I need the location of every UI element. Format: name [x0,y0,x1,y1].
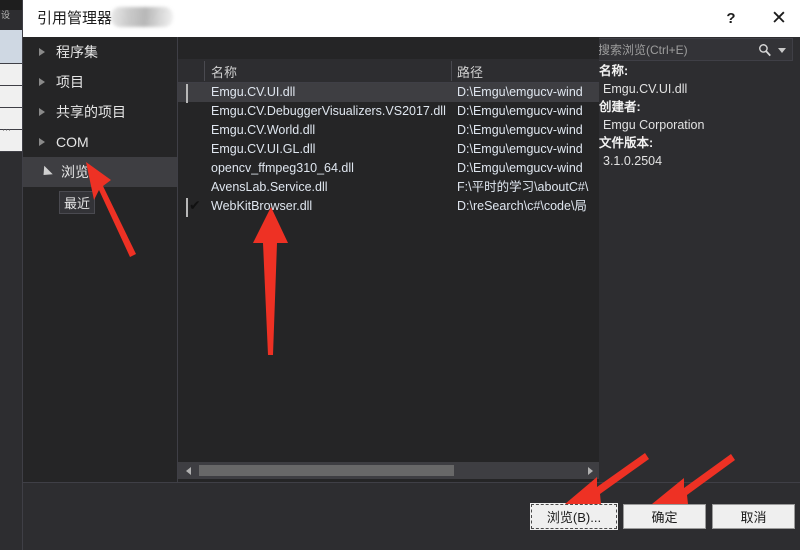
sidebar-item-projects[interactable]: 项目 [23,67,177,97]
ide-top-bar [0,0,22,10]
screenshot-root: 设 ⋯ 引用管理器 ? ✕ 搜索浏览(Ctrl+E) 程序集 项目 共享的项目 … [0,0,800,550]
reference-manager-dialog: 引用管理器 ? ✕ 搜索浏览(Ctrl+E) 程序集 项目 共享的项目 COM … [22,0,800,550]
row-checkbox[interactable] [186,84,200,103]
table-row[interactable]: Emgu.CV.UI.GL.dll D:\Emgu\emgucv-wind [178,140,599,159]
row-name: Emgu.CV.UI.GL.dll [211,142,316,156]
sidebar-item-label: COM [56,134,89,150]
sidebar: 程序集 项目 共享的项目 COM 浏览 最近 [23,37,178,482]
sidebar-item-browse[interactable]: 浏览 [23,157,177,187]
search-icon [759,44,771,57]
row-checkbox[interactable]: ✔ [186,197,201,217]
sidebar-subitem-label: 最近 [59,190,96,214]
chevron-down-icon [39,165,53,179]
detail-creator-label: 创建者: [599,100,641,114]
list-header: 名称 路径 [178,59,599,83]
ide-dots: ⋯ [2,125,12,135]
detail-name-value: Emgu.CV.UI.dll [603,82,688,96]
scrollbar-thumb[interactable] [199,465,454,476]
scroll-right-icon[interactable] [582,462,599,479]
details-panel: 名称: Emgu.CV.UI.dll 创建者: Emgu Corporation… [599,62,800,482]
row-path: F:\平时的学习\aboutC#\ [457,180,589,194]
page-title: 引用管理器 [37,10,113,27]
sidebar-item-assemblies[interactable]: 程序集 [23,37,177,67]
sidebar-item-label: 程序集 [56,44,98,60]
redacted-title-suffix [111,7,173,27]
table-row[interactable]: Emgu.CV.UI.dll D:\Emgu\emgucv-wind [178,83,599,103]
horizontal-scrollbar[interactable] [178,462,599,479]
table-row[interactable]: Emgu.CV.DebuggerVisualizers.VS2017.dll D… [178,102,599,121]
column-header-path[interactable]: 路径 [457,59,483,83]
chevron-down-icon[interactable] [778,48,786,53]
close-icon[interactable]: ✕ [757,0,800,37]
table-row[interactable]: opencv_ffmpeg310_64.dll D:\Emgu\emgucv-w… [178,159,599,178]
table-row[interactable]: AvensLab.Service.dll F:\平时的学习\aboutC#\ [178,178,599,197]
row-name: AvensLab.Service.dll [211,180,328,194]
ide-tiny-label: 设 [1,10,10,20]
chevron-right-icon [39,78,45,86]
column-header-name[interactable]: 名称 [211,59,237,83]
header-divider [204,61,205,81]
row-name: Emgu.CV.DebuggerVisualizers.VS2017.dll [211,104,446,118]
row-path: D:\Emgu\emgucv-wind [457,161,583,175]
ide-band [0,30,22,64]
row-path: D:\Emgu\emgucv-wind [457,85,583,99]
row-name: WebKitBrowser.dll [211,199,313,213]
row-name: opencv_ffmpeg310_64.dll [211,161,354,175]
row-path: D:\reSearch\c#\code\局 [457,199,587,213]
browse-button[interactable]: 浏览(B)... [530,503,618,530]
ok-button[interactable]: 确定 [623,504,706,529]
sidebar-item-label: 浏览 [61,164,89,180]
chevron-right-icon [39,108,45,116]
detail-name-label: 名称: [599,64,629,78]
list-body: Emgu.CV.UI.dll D:\Emgu\emgucv-wind Emgu.… [178,83,599,458]
row-name: Emgu.CV.World.dll [211,123,316,137]
background-ide-strip: 设 ⋯ [0,0,22,550]
sidebar-item-recent[interactable]: 最近 [23,187,177,217]
chevron-right-icon [39,138,45,146]
row-path: D:\Emgu\emgucv-wind [457,123,583,137]
sidebar-item-com[interactable]: COM [23,127,177,157]
row-name: Emgu.CV.UI.dll [211,85,296,99]
detail-creator-value: Emgu Corporation [603,118,705,132]
sidebar-item-shared-projects[interactable]: 共享的项目 [23,97,177,127]
table-row[interactable]: ✔ WebKitBrowser.dll D:\reSearch\c#\code\… [178,197,599,217]
ide-lower-area [0,152,22,550]
sidebar-item-label: 项目 [56,74,84,90]
table-row[interactable]: Emgu.CV.World.dll D:\Emgu\emgucv-wind [178,121,599,140]
row-path: D:\Emgu\emgucv-wind [457,142,583,156]
search-input[interactable]: 搜索浏览(Ctrl+E) [591,38,793,61]
reference-list-panel: 名称 路径 Emgu.CV.UI.dll D:\Emgu\emgucv-wind… [178,37,599,482]
sidebar-item-label: 共享的项目 [56,104,126,120]
detail-version-label: 文件版本: [599,136,654,150]
search-placeholder: 搜索浏览(Ctrl+E) [598,43,688,57]
title-bar: 引用管理器 ? ✕ [23,0,800,37]
footer: http://blog.csdn.net/Fighting_Drummer 浏览… [23,483,800,550]
scroll-left-icon[interactable] [180,462,197,479]
chevron-right-icon [39,48,45,56]
detail-version-value: 3.1.0.2504 [603,154,663,168]
row-path: D:\Emgu\emgucv-wind [457,104,583,118]
ide-band [0,86,22,108]
header-divider [451,61,452,81]
help-icon[interactable]: ? [709,0,753,37]
cancel-button[interactable]: 取消 [712,504,795,529]
ide-band [0,64,22,86]
